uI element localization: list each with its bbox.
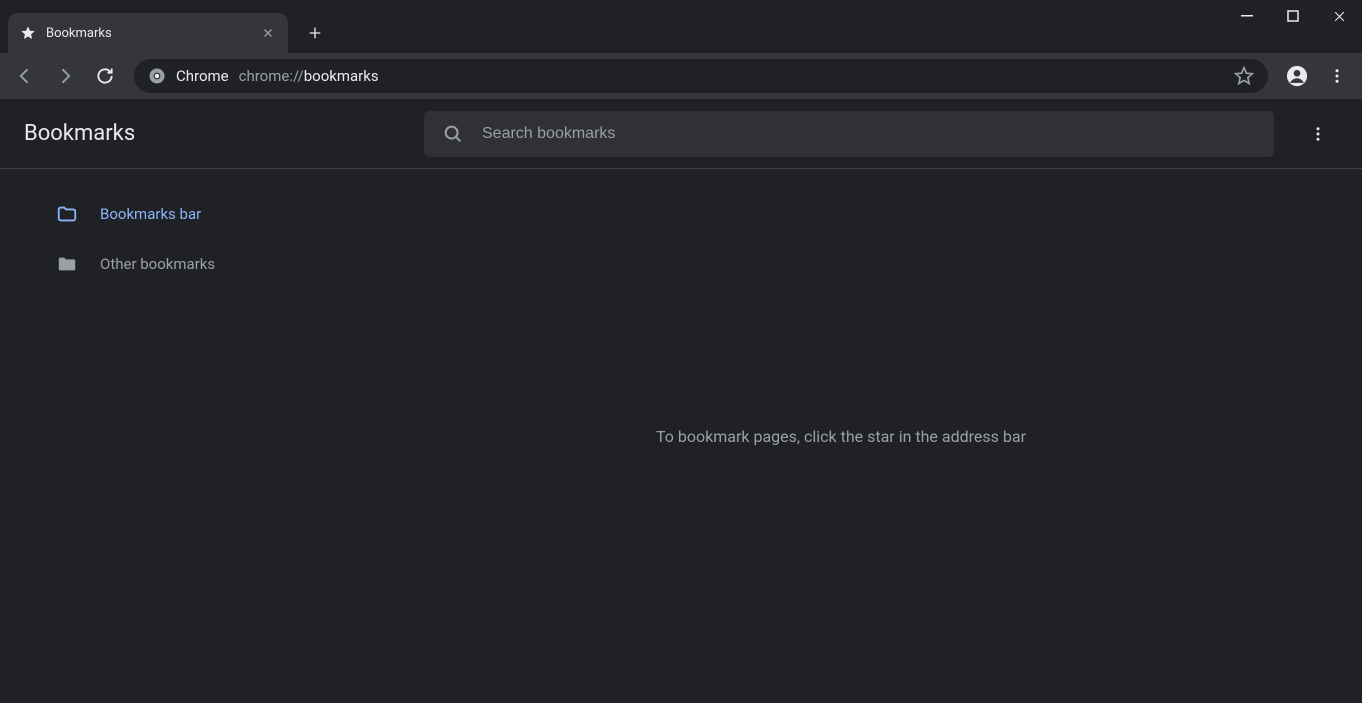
- chrome-icon: [148, 67, 166, 85]
- maximize-button[interactable]: [1270, 0, 1316, 32]
- sidebar-item-label: Bookmarks bar: [100, 205, 201, 223]
- address-bar[interactable]: Chrome chrome://bookmarks: [134, 59, 1268, 93]
- search-input[interactable]: [482, 125, 1256, 143]
- titlebar: Bookmarks: [0, 0, 1362, 53]
- bookmark-star-icon[interactable]: [1234, 66, 1254, 86]
- content-area: Bookmarks bar Other bookmarks To bookmar…: [0, 169, 1362, 703]
- forward-button[interactable]: [48, 59, 82, 93]
- tab-title: Bookmarks: [46, 26, 250, 41]
- folder-icon: [56, 253, 78, 275]
- back-button[interactable]: [8, 59, 42, 93]
- folder-open-icon: [56, 203, 78, 225]
- main-panel: To bookmark pages, click the star in the…: [320, 169, 1362, 703]
- sidebar-item-label: Other bookmarks: [100, 255, 215, 273]
- star-icon: [20, 25, 36, 41]
- search-icon: [442, 123, 464, 145]
- profile-button[interactable]: [1280, 59, 1314, 93]
- browser-tab[interactable]: Bookmarks: [8, 13, 288, 53]
- sidebar: Bookmarks bar Other bookmarks: [0, 169, 320, 703]
- reload-button[interactable]: [88, 59, 122, 93]
- browser-toolbar: Chrome chrome://bookmarks: [0, 53, 1362, 99]
- new-tab-button[interactable]: [298, 16, 332, 50]
- url-scheme-label: Chrome: [176, 67, 229, 85]
- bookmarks-header: Bookmarks: [0, 99, 1362, 169]
- close-tab-button[interactable]: [260, 25, 276, 41]
- browser-menu-button[interactable]: [1320, 59, 1354, 93]
- page-title: Bookmarks: [24, 121, 424, 146]
- minimize-button[interactable]: [1224, 0, 1270, 32]
- page-menu-button[interactable]: [1298, 114, 1338, 154]
- search-container: [424, 111, 1274, 157]
- sidebar-item-bookmarks-bar[interactable]: Bookmarks bar: [56, 189, 320, 239]
- url-text: chrome://bookmarks: [239, 67, 379, 85]
- close-window-button[interactable]: [1316, 0, 1362, 32]
- sidebar-item-other-bookmarks[interactable]: Other bookmarks: [56, 239, 320, 289]
- empty-state-message: To bookmark pages, click the star in the…: [656, 427, 1026, 446]
- window-controls: [1224, 0, 1362, 36]
